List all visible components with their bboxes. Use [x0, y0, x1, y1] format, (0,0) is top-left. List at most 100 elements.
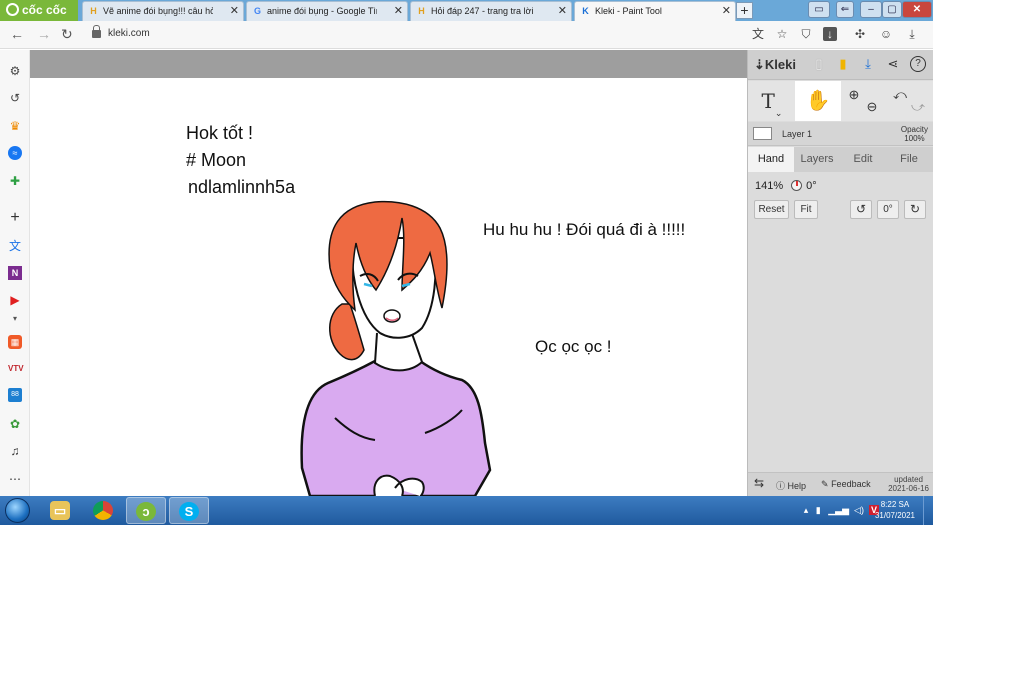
desktop-screen: cốc cốc H Vẽ anime đói bụng!!! câu hỏi ✕…	[0, 0, 933, 525]
layer-row[interactable]: Layer 1 Opacity 100%	[748, 122, 933, 146]
reset-button[interactable]: Reset	[754, 200, 789, 219]
tab-close-icon[interactable]: ✕	[558, 2, 567, 21]
opacity-label: Opacity	[900, 125, 928, 134]
downloads-icon[interactable]: ⤓	[905, 27, 919, 41]
rotate-left-icon[interactable]: ↺	[850, 200, 872, 219]
star-icon[interactable]: ☆	[775, 27, 789, 41]
feedback-link[interactable]: ✎ Feedback	[821, 479, 871, 490]
shopping-icon[interactable]: ▦	[8, 335, 22, 349]
save-icon[interactable]: ▮	[835, 56, 851, 72]
vtv-icon[interactable]: VTV	[8, 362, 24, 376]
undo-icon[interactable]: ⤺	[892, 87, 908, 103]
show-desktop-button[interactable]	[923, 496, 933, 525]
notification-bell-icon[interactable]: ♫	[8, 444, 22, 458]
opacity-value: 100%	[904, 134, 925, 143]
tab-edit[interactable]: Edit	[840, 147, 886, 172]
volume-icon[interactable]: ◁)	[854, 505, 864, 515]
download-video-icon[interactable]: ↓	[823, 27, 837, 41]
more-icon[interactable]: ⋯	[8, 472, 22, 486]
angle-reset-button[interactable]: 0°	[877, 200, 899, 219]
rotation-value: 0°	[806, 180, 817, 192]
tab-close-icon[interactable]: ✕	[230, 2, 239, 21]
hand-tool-icon[interactable]: ✋	[795, 81, 841, 121]
kleki-logo-label: Kleki	[764, 57, 796, 72]
layer-name: Layer 1	[782, 129, 813, 139]
onenote-icon[interactable]: N	[8, 266, 22, 280]
tab-layers[interactable]: Layers	[794, 147, 840, 172]
help-label: Help	[787, 481, 807, 491]
drawing-canvas[interactable]: Hok tốt ! # Moon ndlamlinnh5a Hu hu hu !…	[30, 78, 747, 496]
youtube-icon[interactable]: ▶	[8, 293, 22, 307]
profile-icon[interactable]: ☺	[879, 27, 893, 41]
coccoc-logo-icon	[6, 3, 19, 16]
taskbar-skype[interactable]: S	[169, 497, 209, 524]
updated-label: updated	[894, 475, 923, 484]
url-input[interactable]: kleki.com	[108, 28, 150, 39]
back-arrow-icon[interactable]: ⇐	[836, 1, 854, 18]
reload-icon[interactable]: ↻	[61, 26, 73, 43]
coccoc-green-icon[interactable]: ✿	[8, 417, 22, 431]
redo-icon[interactable]: ⤻	[910, 99, 926, 115]
tab-close-icon[interactable]: ✕	[722, 2, 731, 21]
zoom-out-icon[interactable]: ⊖	[864, 99, 880, 115]
rotate-right-icon[interactable]: ↻	[904, 200, 926, 219]
new-tab-button[interactable]: +	[736, 2, 753, 19]
kleki-logo[interactable]: ⇣Kleki	[754, 57, 796, 73]
tray-expand-icon[interactable]: ▴	[804, 505, 809, 515]
taskbar-explorer[interactable]: ▭	[40, 497, 80, 524]
extensions-icon[interactable]: ✣	[853, 27, 867, 41]
download-icon[interactable]: ⤓	[860, 56, 876, 72]
translate-icon[interactable]: 文	[751, 27, 765, 41]
tab-close-icon[interactable]: ✕	[394, 2, 403, 21]
fit-button[interactable]: Fit	[794, 200, 818, 219]
add-shortcut-icon[interactable]: +	[8, 210, 22, 226]
feedback-label: Feedback	[831, 479, 871, 489]
screen-capture-icon[interactable]: ▭	[808, 1, 830, 18]
folder-icon: ▭	[50, 501, 70, 520]
tab-google-search[interactable]: G anime đói bụng - Google Tìm ✕	[246, 1, 408, 21]
brand-label: cốc cốc	[22, 3, 67, 17]
new-image-icon[interactable]: ▯	[811, 56, 827, 72]
feedback-icon: ✎	[821, 479, 829, 489]
coccoc-menu-button[interactable]: cốc cốc	[0, 0, 78, 21]
taskbar-coccoc[interactable]: ↄ	[126, 497, 166, 524]
maximize-button[interactable]: ▢	[882, 1, 902, 18]
tab-kleki-paint-tool[interactable]: K Kleki - Paint Tool ✕	[574, 1, 736, 21]
usb-icon[interactable]: ▮	[816, 505, 821, 515]
share-icon[interactable]: ⋖	[885, 56, 901, 72]
game-icon[interactable]: ✚	[8, 174, 22, 188]
messenger-icon[interactable]: ≈	[8, 146, 22, 160]
clock[interactable]: 8:22 SA 31/07/2021	[875, 499, 915, 521]
forward-icon[interactable]: →	[37, 26, 51, 42]
kleki-favicon-icon: K	[582, 6, 589, 16]
help-circle-icon[interactable]: ?	[910, 56, 926, 72]
shield-icon[interactable]: ⛉	[799, 27, 813, 41]
translate-sidebar-icon[interactable]: 文	[8, 239, 22, 253]
taskbar-chrome[interactable]	[83, 497, 123, 524]
windows-taskbar: ▭ ↄ S ▴ ▮ ▁▃▅ ◁) V 8:22 SA 31/07/2021	[0, 496, 933, 525]
network-icon[interactable]: ▁▃▅	[828, 505, 849, 515]
updated-date: 2021-06-16	[888, 484, 929, 493]
tab-hand[interactable]: Hand	[748, 147, 794, 172]
anime-girl-drawing	[300, 200, 492, 496]
text-tool-icon[interactable]: T⌄	[750, 83, 794, 119]
tab-hoidap-247[interactable]: H Hỏi đáp 247 - trang tra lời ✕	[410, 1, 572, 21]
tab-anime-doi-bung-cau-hoi[interactable]: H Vẽ anime đói bụng!!! câu hỏi ✕	[82, 1, 244, 21]
chevron-down-icon[interactable]: ▾	[8, 312, 22, 326]
tab-file[interactable]: File	[886, 147, 932, 172]
zoom-in-icon[interactable]: ⊕	[846, 87, 862, 103]
help-link[interactable]: ⓘ Help	[776, 479, 806, 492]
skype-icon: S	[179, 502, 199, 521]
close-window-button[interactable]: ✕	[902, 1, 932, 18]
history-icon[interactable]: ↺	[8, 91, 22, 105]
lock-icon	[92, 25, 101, 38]
clock-time: 8:22 SA	[880, 500, 910, 509]
crown-icon[interactable]: ♛	[8, 119, 22, 133]
back-icon[interactable]: ←	[10, 26, 24, 42]
news-icon[interactable]: 88	[8, 388, 22, 402]
start-button[interactable]	[5, 498, 30, 523]
minimize-button[interactable]: –	[860, 1, 882, 18]
kleki-footer: ⇆ ⓘ Help ✎ Feedback updated 2021-06-16	[748, 472, 933, 496]
swap-icon[interactable]: ⇆	[754, 476, 764, 490]
settings-icon[interactable]: ⚙	[8, 64, 22, 78]
